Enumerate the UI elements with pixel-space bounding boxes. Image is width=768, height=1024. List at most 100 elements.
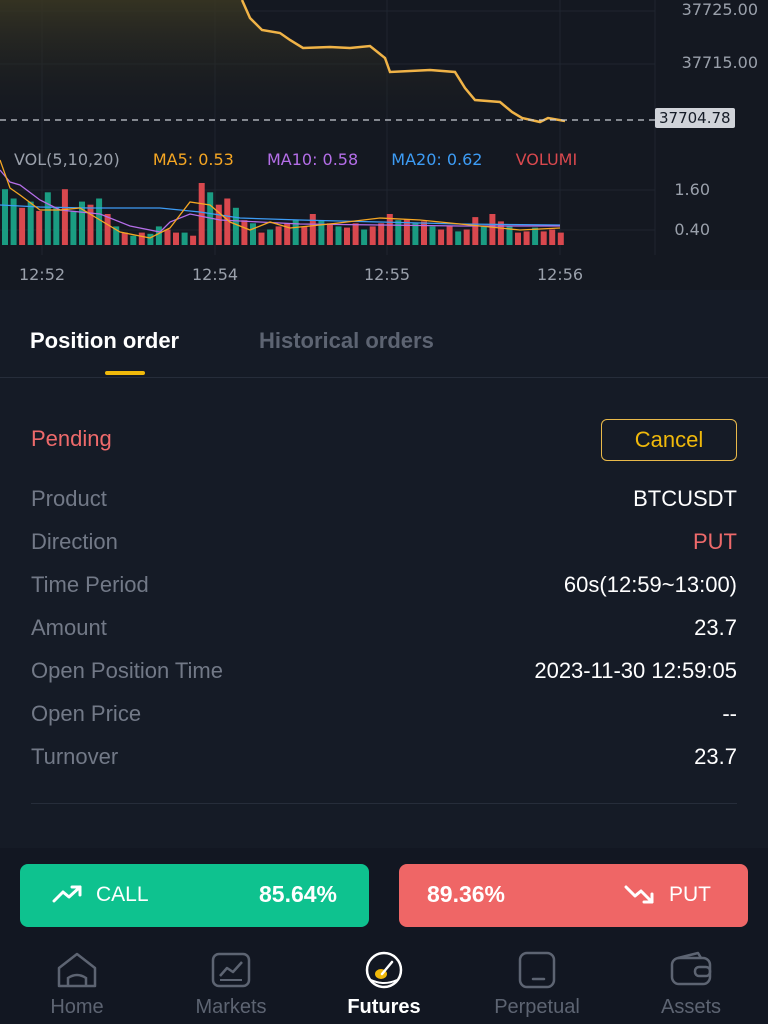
volume-bar (61, 189, 68, 245)
volume-bar (36, 210, 43, 245)
volume-axis-label: 0.40 (674, 220, 710, 239)
volume-bar (164, 229, 171, 245)
volume-bar (549, 229, 556, 245)
volume-bar (472, 217, 479, 245)
volume-bar (258, 232, 265, 245)
price-level-label: 37725.00 (681, 0, 758, 19)
order-card: Pending Cancel Product BTCUSDT Direction… (0, 379, 768, 847)
ma20-legend-label: MA20: 0.62 (391, 150, 483, 169)
volume-bar (463, 229, 470, 245)
bottom-nav: Home Markets Futures Perpetual Assets (0, 942, 768, 1024)
volume-bar (438, 229, 445, 245)
row-label: Direction (31, 529, 118, 554)
put-button[interactable]: 89.36% PUT (399, 864, 748, 927)
nav-home[interactable]: Home (0, 942, 154, 1024)
volume-bars (2, 183, 564, 245)
row-value: 60s(12:59~13:00) (563, 572, 737, 597)
volume-bar (532, 227, 539, 245)
price-area (0, 0, 565, 140)
row-label: Amount (31, 615, 107, 640)
volume-bar (70, 210, 77, 245)
time-axis-label: 12:56 (536, 265, 584, 284)
volume-bar (275, 226, 282, 245)
row-value: BTCUSDT (633, 486, 737, 511)
volume-bar (455, 231, 462, 245)
volume-bar (523, 231, 530, 245)
volume-bar (515, 232, 521, 245)
active-tab-indicator (105, 371, 145, 375)
volume-bar (96, 198, 103, 245)
cancel-button[interactable]: Cancel (601, 419, 737, 461)
volume-bar (395, 220, 402, 245)
volume-bar (557, 232, 564, 245)
volume-bar (44, 192, 51, 245)
row-label: Open Position Time (31, 658, 223, 683)
time-axis-label: 12:55 (363, 265, 411, 284)
order-row-open-price: Open Price -- (31, 701, 737, 731)
nav-markets[interactable]: Markets (154, 942, 308, 1024)
volume-bar (250, 223, 256, 245)
volume-legend: VOL(5,10,20) MA5: 0.53 MA10: 0.58 MA20: … (14, 150, 605, 169)
volume-bar (138, 232, 145, 245)
volume-bar (104, 214, 111, 245)
volume-bar (267, 229, 274, 245)
nav-assets[interactable]: Assets (614, 942, 768, 1024)
nav-label: Markets (195, 996, 267, 1018)
trend-down-icon (624, 885, 654, 904)
volume-bar (27, 201, 34, 245)
row-value: -- (722, 701, 737, 726)
volume-bar (130, 235, 137, 245)
volume-bar (352, 223, 359, 245)
home-icon (57, 952, 97, 988)
nav-label: Home (50, 996, 104, 1018)
order-row-amount: Amount 23.7 (31, 615, 737, 645)
volume-bar (190, 235, 197, 245)
chart-canvas (0, 0, 656, 255)
trade-bar: CALL 85.64% 89.36% PUT (0, 848, 768, 942)
volume-axis-label: 1.60 (674, 180, 710, 199)
wallet-icon (670, 951, 712, 986)
price-level-label: 37715.00 (681, 53, 758, 72)
price-chart[interactable]: 37725.00 37715.00 37704.78 VOL(5,10,20) … (0, 0, 768, 290)
volume-bar (429, 226, 436, 245)
order-status: Pending (31, 426, 112, 451)
volume-bar (173, 232, 179, 245)
volume-bar (241, 220, 248, 245)
nav-futures[interactable]: Futures (307, 942, 461, 1024)
order-row-open-position-time: Open Position Time 2023-11-30 12:59:05 (31, 658, 737, 688)
call-label: CALL (96, 883, 149, 906)
put-label: PUT (669, 883, 711, 906)
nav-label: Assets (660, 996, 722, 1018)
order-row-direction: Direction PUT (31, 529, 737, 559)
volume-bar (489, 214, 496, 245)
order-row-time-period: Time Period 60s(12:59~13:00) (31, 572, 737, 602)
nav-perpetual[interactable]: Perpetual (460, 942, 614, 1024)
volume-bar (540, 231, 547, 245)
order-tabs: Position order Historical orders (0, 290, 768, 378)
volume-bar (19, 207, 26, 245)
volume-bar (309, 214, 316, 245)
volume-bar (326, 223, 333, 245)
vol-legend-label: VOL(5,10,20) (14, 150, 120, 169)
call-button[interactable]: CALL 85.64% (20, 864, 369, 927)
volume-bar (412, 223, 419, 245)
volume-bar (232, 207, 239, 245)
trend-up-icon (52, 885, 82, 903)
volume-bar (121, 232, 128, 245)
volume-bar (53, 207, 60, 245)
order-row-product: Product BTCUSDT (31, 486, 737, 516)
row-value: 2023-11-30 12:59:05 (534, 658, 737, 683)
nav-label: Perpetual (494, 996, 580, 1018)
volume-bar (147, 233, 154, 245)
volume-bar (155, 226, 162, 245)
volume-bar (301, 226, 308, 245)
time-axis-label: 12:52 (18, 265, 66, 284)
perpetual-icon (518, 951, 556, 989)
tab-position-order[interactable]: Position order (30, 328, 179, 354)
tab-historical-orders[interactable]: Historical orders (259, 328, 434, 354)
put-payout: 89.36% (427, 881, 506, 907)
ma5-legend-label: MA5: 0.53 (152, 150, 234, 169)
volume-bar (369, 226, 376, 245)
row-value: 23.7 (694, 615, 737, 640)
order-row-turnover: Turnover 23.7 (31, 744, 737, 774)
